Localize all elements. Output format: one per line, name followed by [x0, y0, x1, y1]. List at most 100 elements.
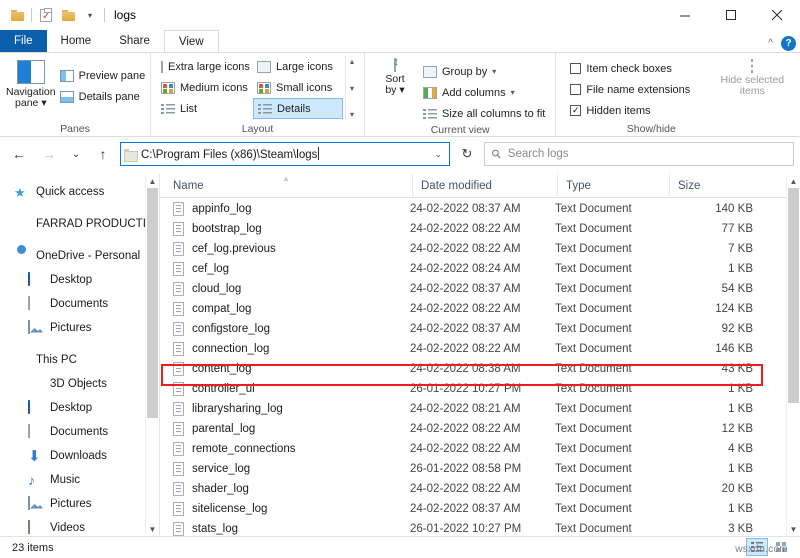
table-row[interactable]: compat_log 24-02-2022 08:22 AM Text Docu…: [160, 299, 786, 319]
file-name-extensions-option[interactable]: File name extensions: [566, 79, 714, 100]
video-icon: [28, 519, 44, 536]
navigation-pane-button[interactable]: Navigation pane ▾: [6, 57, 56, 109]
layout-scroll-up-icon[interactable]: ▴: [350, 57, 354, 66]
help-icon[interactable]: ?: [781, 36, 796, 51]
sidebar-item-videos[interactable]: Videos: [0, 516, 145, 536]
file-scroll-up-icon[interactable]: ▲: [787, 174, 800, 188]
column-header-size[interactable]: Size: [669, 174, 755, 198]
chevron-down-icon[interactable]: ▾: [79, 4, 101, 26]
file-name: appinfo_log: [192, 203, 252, 215]
sidebar-label-3d-objects: 3D Objects: [50, 378, 107, 390]
table-row[interactable]: parental_log 24-02-2022 08:22 AM Text Do…: [160, 419, 786, 439]
table-row[interactable]: cloud_log 24-02-2022 08:37 AM Text Docum…: [160, 279, 786, 299]
new-folder-icon[interactable]: [57, 4, 79, 26]
folder-icon[interactable]: [6, 4, 28, 26]
table-row[interactable]: configstore_log 24-02-2022 08:37 AM Text…: [160, 319, 786, 339]
sidebar-item-downloads[interactable]: ⬇ Downloads: [0, 444, 145, 468]
file-date: 24-02-2022 08:22 AM: [410, 343, 521, 355]
table-row-highlighted[interactable]: content_log 24-02-2022 08:38 AM Text Doc…: [160, 359, 786, 379]
sidebar-scroll-up-icon[interactable]: ▲: [146, 174, 159, 188]
layout-scroll-controls[interactable]: ▴ ▾ ▾: [345, 56, 358, 120]
medium-icons-button[interactable]: Medium icons: [157, 77, 253, 98]
file-list-scrollbar[interactable]: ▲ ▼: [786, 174, 800, 536]
sidebar-label-onedrive-pictures: Pictures: [50, 322, 92, 334]
layout-more-icon[interactable]: ▾: [350, 110, 354, 119]
table-row[interactable]: bootstrap_log 24-02-2022 08:22 AM Text D…: [160, 219, 786, 239]
refresh-button[interactable]: ↻: [454, 142, 480, 166]
column-header-name[interactable]: Name: [170, 174, 412, 198]
table-row[interactable]: sitelicense_log 24-02-2022 08:37 AM Text…: [160, 499, 786, 519]
minimize-button[interactable]: [662, 0, 708, 30]
table-row[interactable]: connection_log 24-02-2022 08:22 AM Text …: [160, 339, 786, 359]
file-name-extensions-checkbox[interactable]: [570, 84, 582, 95]
address-dropdown-icon[interactable]: ⌄: [430, 149, 446, 160]
up-button[interactable]: ↑: [90, 142, 116, 166]
hidden-items-option[interactable]: ✓ Hidden items: [566, 100, 714, 121]
sidebar-item-onedrive-desktop[interactable]: Desktop: [0, 268, 145, 292]
preview-pane-button[interactable]: Preview pane: [56, 65, 150, 86]
file-name: controller_ui: [192, 383, 255, 395]
tab-share[interactable]: Share: [105, 30, 164, 52]
extra-large-icons-button[interactable]: Extra large icons: [157, 56, 253, 77]
small-icons-label: Small icons: [276, 81, 333, 94]
sidebar-item-onedrive-pictures[interactable]: Pictures: [0, 316, 145, 340]
search-input[interactable]: ⚲ Search logs: [484, 142, 794, 166]
item-check-boxes-checkbox[interactable]: [570, 63, 582, 74]
sidebar-item-music[interactable]: ♪ Music: [0, 468, 145, 492]
file-scroll-down-icon[interactable]: ▼: [787, 522, 800, 536]
large-icons-button[interactable]: Large icons: [253, 56, 343, 77]
file-scroll-thumb[interactable]: [788, 188, 799, 403]
details-view-button[interactable]: Details: [253, 98, 343, 119]
column-header-type[interactable]: Type: [557, 174, 669, 198]
sidebar-item-pictures[interactable]: Pictures: [0, 492, 145, 516]
tab-view[interactable]: View: [163, 30, 219, 52]
sidebar-item-this-pc[interactable]: This PC: [0, 348, 145, 372]
navigation-pane-caret: ▾: [41, 97, 47, 109]
sidebar-scrollbar[interactable]: ▲ ▼: [145, 174, 159, 536]
sidebar-item-3d-objects[interactable]: 3D Objects: [0, 372, 145, 396]
sidebar-item-onedrive-documents[interactable]: Documents: [0, 292, 145, 316]
table-row[interactable]: service_log 26-01-2022 08:58 PM Text Doc…: [160, 459, 786, 479]
options-button[interactable]: Options ▾: [790, 58, 800, 97]
list-button[interactable]: List: [157, 98, 253, 119]
item-check-boxes-option[interactable]: Item check boxes: [566, 58, 714, 79]
table-row[interactable]: controller_ui 26-01-2022 10:27 PM Text D…: [160, 379, 786, 399]
maximize-button[interactable]: [708, 0, 754, 30]
group-by-button[interactable]: Group by ▾: [419, 61, 549, 82]
sidebar-item-onedrive[interactable]: OneDrive - Personal: [0, 244, 145, 268]
sidebar-scroll-thumb[interactable]: [147, 188, 158, 418]
forward-button[interactable]: →: [36, 142, 62, 166]
properties-icon[interactable]: [35, 4, 57, 26]
back-button[interactable]: ←: [6, 142, 32, 166]
table-row[interactable]: remote_connections 24-02-2022 08:22 AM T…: [160, 439, 786, 459]
tab-file[interactable]: File: [0, 30, 47, 52]
sort-by-button[interactable]: ↕ Sort by ▾: [371, 57, 419, 96]
status-bar: 23 items wsxdn.com: [0, 536, 800, 558]
column-header-date-modified[interactable]: Date modified: [412, 174, 557, 198]
sidebar-scroll-down-icon[interactable]: ▼: [146, 522, 159, 536]
table-row[interactable]: stats_log 26-01-2022 10:27 PM Text Docum…: [160, 519, 786, 536]
recent-locations-button[interactable]: ⌄: [66, 142, 86, 166]
file-scroll-track[interactable]: [787, 188, 800, 522]
sidebar-item-farrad-production[interactable]: FARRAD PRODUCTION: [0, 212, 159, 236]
hide-selected-label-2: items: [739, 85, 765, 97]
add-columns-button[interactable]: Add columns ▾: [419, 82, 549, 103]
table-row[interactable]: shader_log 24-02-2022 08:22 AM Text Docu…: [160, 479, 786, 499]
table-row[interactable]: librarysharing_log 24-02-2022 08:21 AM T…: [160, 399, 786, 419]
sidebar-item-quick-access[interactable]: ★ Quick access: [0, 180, 145, 204]
hidden-items-checkbox[interactable]: ✓: [570, 105, 582, 116]
table-row[interactable]: cef_log.previous 24-02-2022 08:22 AM Tex…: [160, 239, 786, 259]
table-row[interactable]: appinfo_log 24-02-2022 08:37 AM Text Doc…: [160, 199, 786, 219]
layout-scroll-down-icon[interactable]: ▾: [350, 84, 354, 93]
small-icons-button[interactable]: Small icons: [253, 77, 343, 98]
address-input[interactable]: C:\Program Files (x86)\Steam\logs ⌄: [120, 142, 450, 166]
chevron-up-icon[interactable]: ^: [768, 38, 773, 49]
tab-home[interactable]: Home: [47, 30, 106, 52]
sidebar-scroll-track[interactable]: [146, 188, 159, 522]
table-row[interactable]: cef_log 24-02-2022 08:24 AM Text Documen…: [160, 259, 786, 279]
close-button[interactable]: [754, 0, 800, 30]
size-all-columns-button[interactable]: Size all columns to fit: [419, 103, 549, 124]
sidebar-item-desktop[interactable]: Desktop: [0, 396, 145, 420]
details-pane-button[interactable]: Details pane: [56, 86, 150, 107]
sidebar-item-documents[interactable]: Documents: [0, 420, 145, 444]
